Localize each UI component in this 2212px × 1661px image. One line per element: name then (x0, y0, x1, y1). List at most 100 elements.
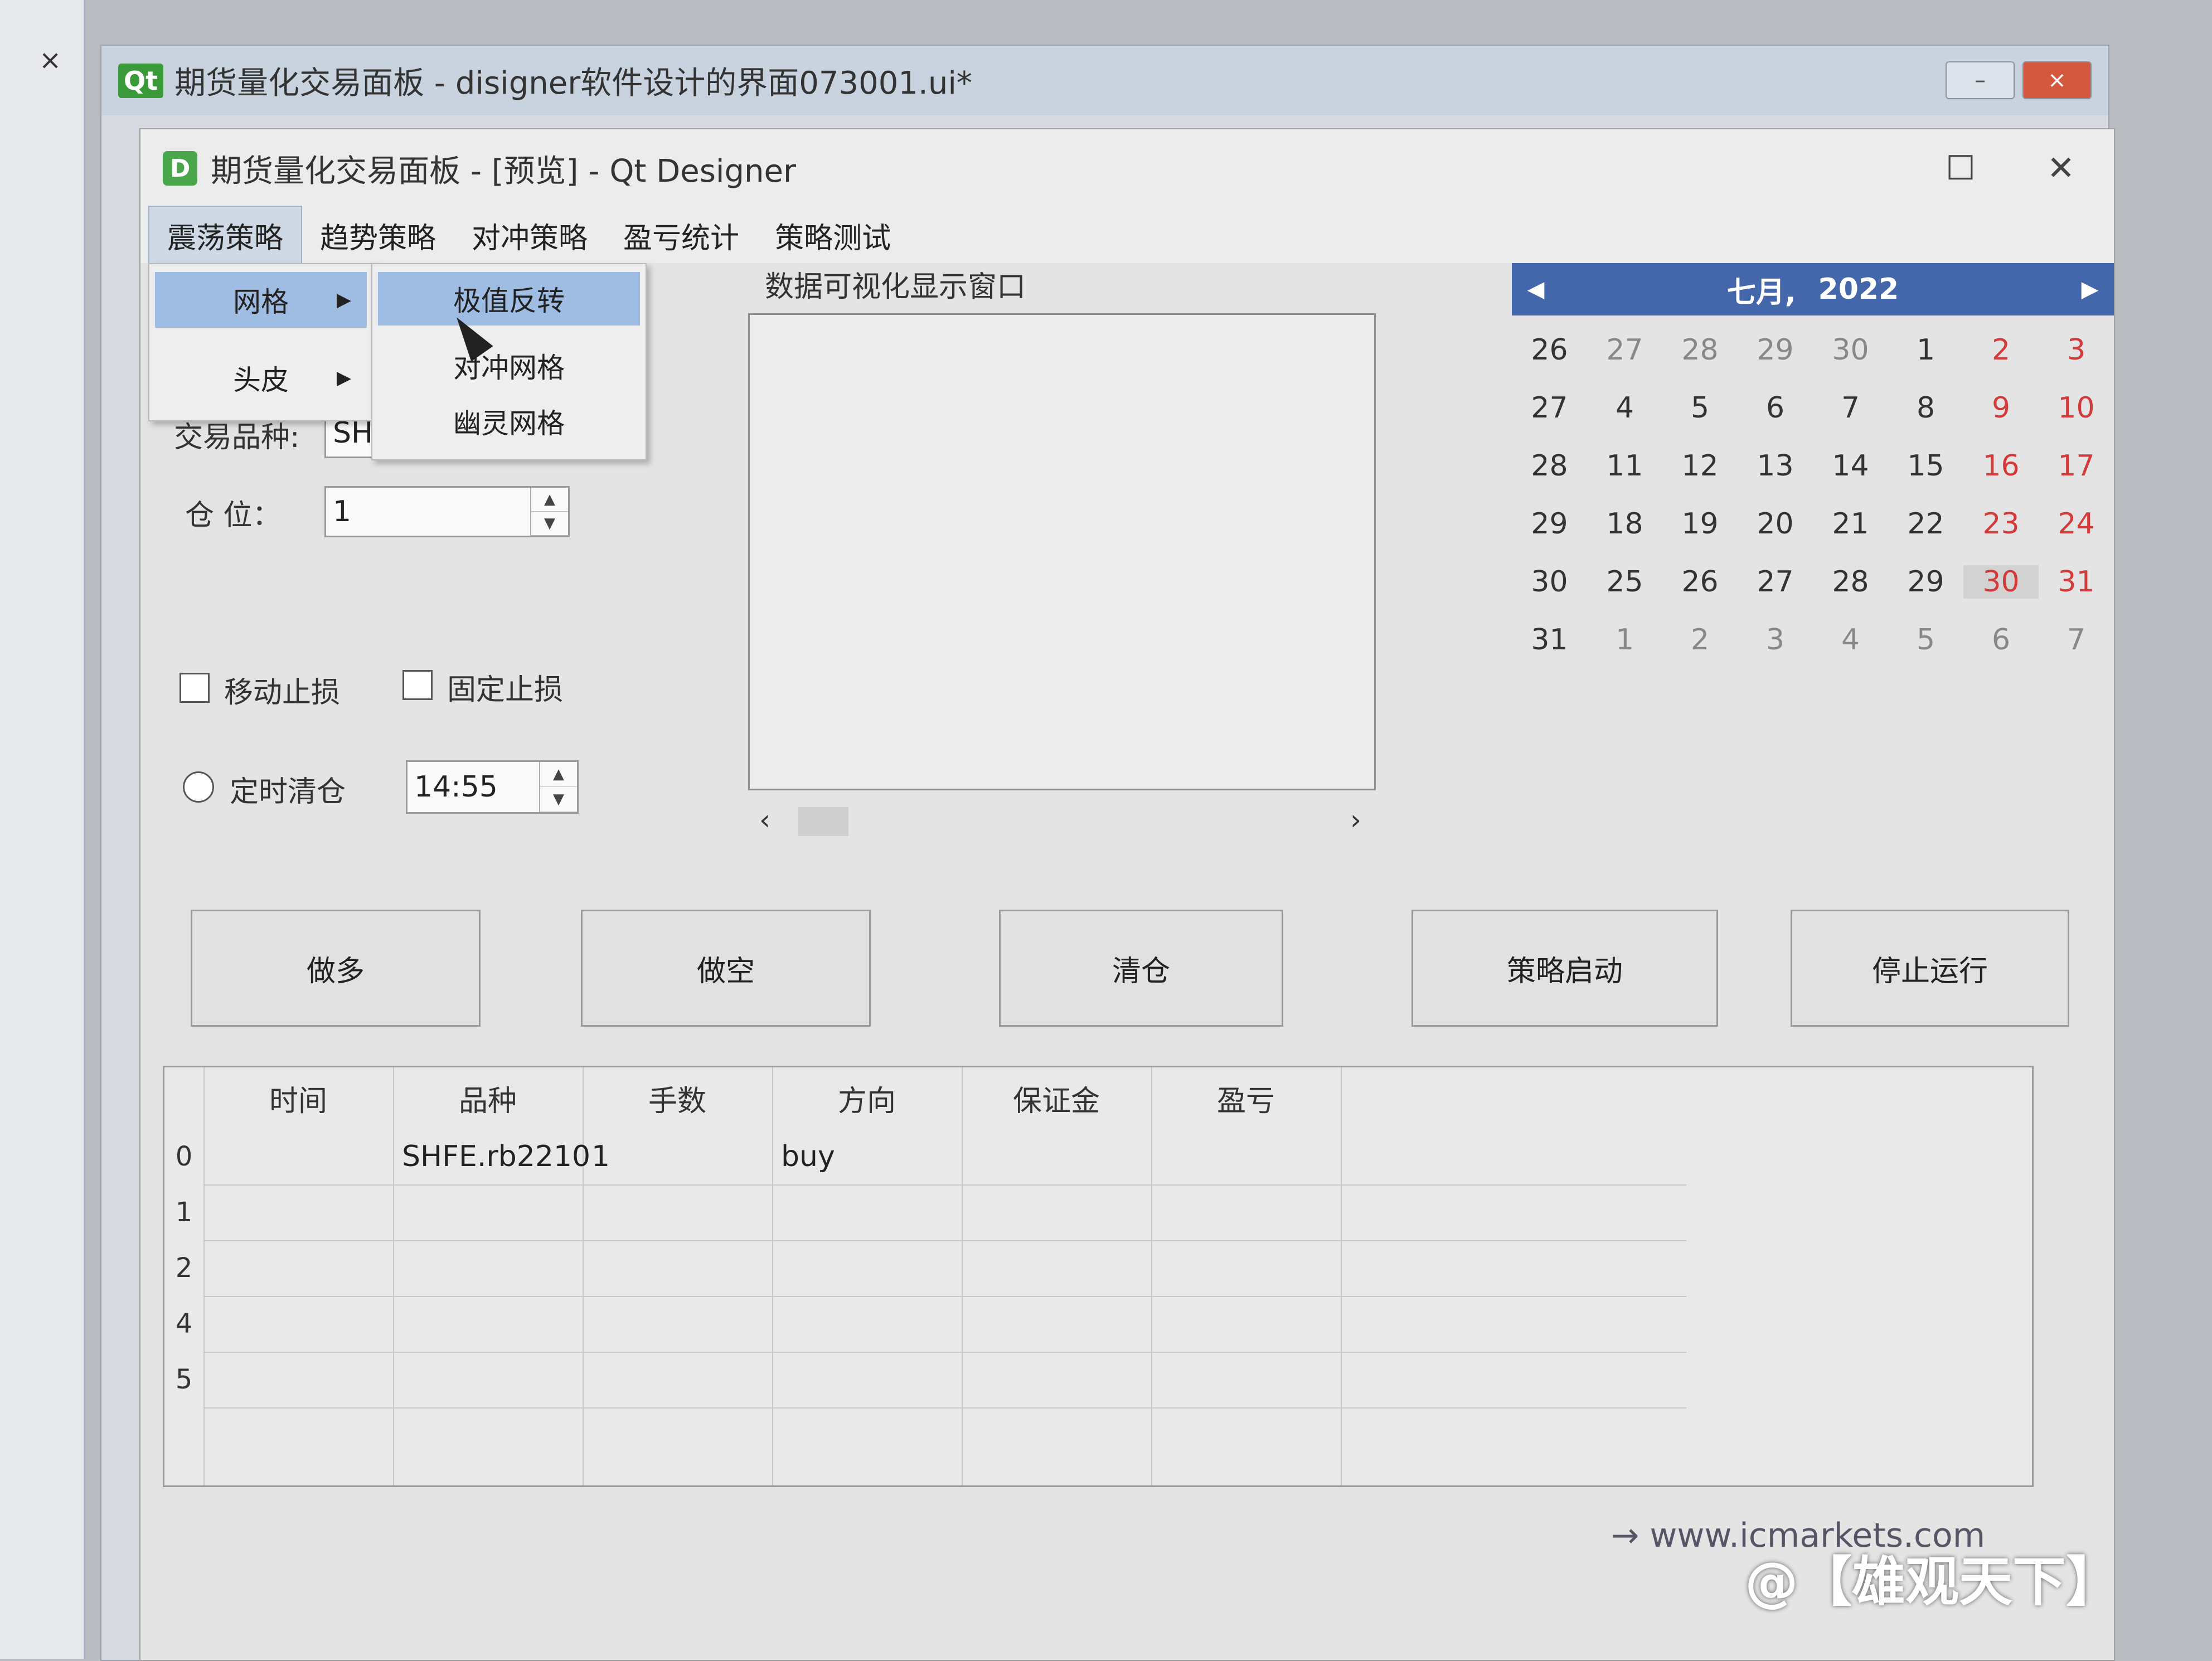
calendar-day[interactable]: 7 (1813, 391, 1888, 425)
table-cell[interactable] (772, 1296, 962, 1352)
table-cell[interactable] (393, 1184, 583, 1240)
calendar-day[interactable]: 30 (1813, 333, 1888, 367)
spin-up-icon[interactable]: ▲ (540, 762, 577, 787)
designer-close-button[interactable]: × (2022, 61, 2092, 99)
scroll-left-icon[interactable]: ‹ (759, 804, 770, 836)
table-cell[interactable] (962, 1240, 1151, 1296)
calendar-day[interactable]: 15 (1888, 449, 1963, 483)
start-strategy-button[interactable]: 策略启动 (1411, 910, 1718, 1027)
table-cell[interactable]: buy (772, 1129, 962, 1184)
calendar-day[interactable]: 3 (2039, 333, 2114, 367)
calendar-day[interactable]: 1 (1888, 333, 1963, 367)
calendar-day[interactable]: 22 (1888, 507, 1963, 541)
calendar-prev-icon[interactable]: ◀ (1520, 273, 1552, 305)
trailing-stop-checkbox[interactable] (180, 673, 210, 703)
spin-down-icon[interactable]: ▼ (531, 512, 568, 536)
calendar-day[interactable]: 2 (1662, 623, 1738, 657)
row-header[interactable]: 5 (164, 1352, 203, 1407)
row-header[interactable]: 1 (164, 1184, 203, 1240)
calendar-day[interactable]: 3 (1738, 623, 1813, 657)
calendar-day[interactable]: 26 (1662, 565, 1738, 599)
dock-close-icon[interactable]: × (39, 45, 61, 76)
calendar-day[interactable]: 21 (1813, 507, 1888, 541)
calendar-day[interactable]: 5 (1888, 623, 1963, 657)
position-spinbox[interactable]: 1 ▲ ▼ (324, 486, 570, 537)
table-cell[interactable] (203, 1352, 393, 1407)
table-cell[interactable] (962, 1296, 1151, 1352)
viz-scrollbar[interactable]: ‹ › (759, 804, 1361, 837)
spin-up-icon[interactable]: ▲ (531, 488, 568, 512)
calendar-day[interactable]: 7 (2039, 623, 2114, 657)
fixed-stop-checkbox[interactable] (402, 670, 433, 700)
calendar-day[interactable]: 9 (1963, 391, 2039, 425)
calendar-day[interactable]: 24 (2039, 507, 2114, 541)
maximize-button[interactable]: ☐ (1936, 146, 1986, 191)
calendar-day[interactable]: 25 (1587, 565, 1662, 599)
calendar-day[interactable]: 14 (1813, 449, 1888, 483)
time-edit[interactable]: 14:55 ▲ ▼ (406, 760, 579, 814)
table-cell[interactable] (962, 1352, 1151, 1407)
menu-test[interactable]: 策略测试 (757, 207, 909, 264)
table-cell[interactable] (962, 1184, 1151, 1240)
spin-down-icon[interactable]: ▼ (540, 787, 577, 812)
dropdown-item-scalp[interactable]: 头皮 ▶ (155, 350, 367, 406)
row-header[interactable]: 0 (164, 1129, 203, 1184)
calendar-day[interactable]: 12 (1662, 449, 1738, 483)
table-cell[interactable]: SHFE.rb2210 (393, 1129, 590, 1184)
calendar-year[interactable]: 2022 (1818, 273, 1899, 306)
table-cell[interactable]: 1 (583, 1129, 772, 1184)
table-cell[interactable] (393, 1240, 583, 1296)
close-position-button[interactable]: 清仓 (999, 910, 1283, 1027)
calendar-day[interactable]: 6 (1738, 391, 1813, 425)
menu-trend[interactable]: 趋势策略 (302, 207, 454, 264)
calendar-day[interactable]: 10 (2039, 391, 2114, 425)
calendar-month[interactable]: 七月, (1727, 269, 1796, 310)
calendar-day[interactable]: 17 (2039, 449, 2114, 483)
table-header[interactable]: 品种 (393, 1067, 583, 1129)
calendar-day[interactable]: 13 (1738, 449, 1813, 483)
dropdown-item-grid[interactable]: 网格 ▶ (155, 272, 367, 328)
short-button[interactable]: 做空 (581, 910, 871, 1027)
calendar-day[interactable]: 8 (1888, 391, 1963, 425)
submenu-item-hedge-grid[interactable]: 对冲网格 (378, 339, 640, 392)
calendar-day[interactable]: 27 (1587, 333, 1662, 367)
table-cell[interactable] (1151, 1240, 1341, 1296)
table-header[interactable]: 方向 (772, 1067, 962, 1129)
calendar-day[interactable]: 29 (1888, 565, 1963, 599)
calendar-day[interactable]: 6 (1963, 623, 2039, 657)
calendar-day[interactable]: 18 (1587, 507, 1662, 541)
table-cell[interactable] (1151, 1296, 1341, 1352)
calendar-day[interactable]: 19 (1662, 507, 1738, 541)
table-header[interactable]: 时间 (203, 1067, 393, 1129)
menu-hedge[interactable]: 对冲策略 (454, 207, 605, 264)
table-cell[interactable] (1151, 1184, 1341, 1240)
calendar-day[interactable]: 23 (1963, 507, 2039, 541)
calendar-day[interactable]: 2 (1963, 333, 2039, 367)
table-cell[interactable] (962, 1129, 1151, 1184)
table-cell[interactable] (203, 1240, 393, 1296)
scroll-thumb[interactable] (798, 807, 848, 836)
table-cell[interactable] (203, 1184, 393, 1240)
table-cell[interactable] (583, 1184, 772, 1240)
table-header[interactable]: 手数 (583, 1067, 772, 1129)
calendar-day[interactable]: 5 (1662, 391, 1738, 425)
calendar-day[interactable]: 4 (1813, 623, 1888, 657)
table-cell[interactable] (583, 1296, 772, 1352)
table-header[interactable]: 保证金 (962, 1067, 1151, 1129)
calendar-day[interactable]: 1 (1587, 623, 1662, 657)
table-cell[interactable] (772, 1240, 962, 1296)
calendar-day[interactable]: 29 (1738, 333, 1813, 367)
row-header[interactable]: 2 (164, 1240, 203, 1296)
menu-pnl[interactable]: 盈亏统计 (605, 207, 757, 264)
table-cell[interactable] (203, 1129, 393, 1184)
calendar-next-icon[interactable]: ▶ (2074, 273, 2106, 305)
table-cell[interactable] (1151, 1352, 1341, 1407)
menu-oscillation[interactable]: 震荡策略 (148, 205, 303, 265)
long-button[interactable]: 做多 (191, 910, 481, 1027)
calendar-day[interactable]: 16 (1963, 449, 2039, 483)
calendar-day[interactable]: 11 (1587, 449, 1662, 483)
table-cell[interactable] (203, 1296, 393, 1352)
calendar-day[interactable]: 31 (2039, 565, 2114, 599)
calendar-day[interactable]: 30 (1963, 565, 2039, 599)
timed-close-radio[interactable] (183, 771, 214, 803)
